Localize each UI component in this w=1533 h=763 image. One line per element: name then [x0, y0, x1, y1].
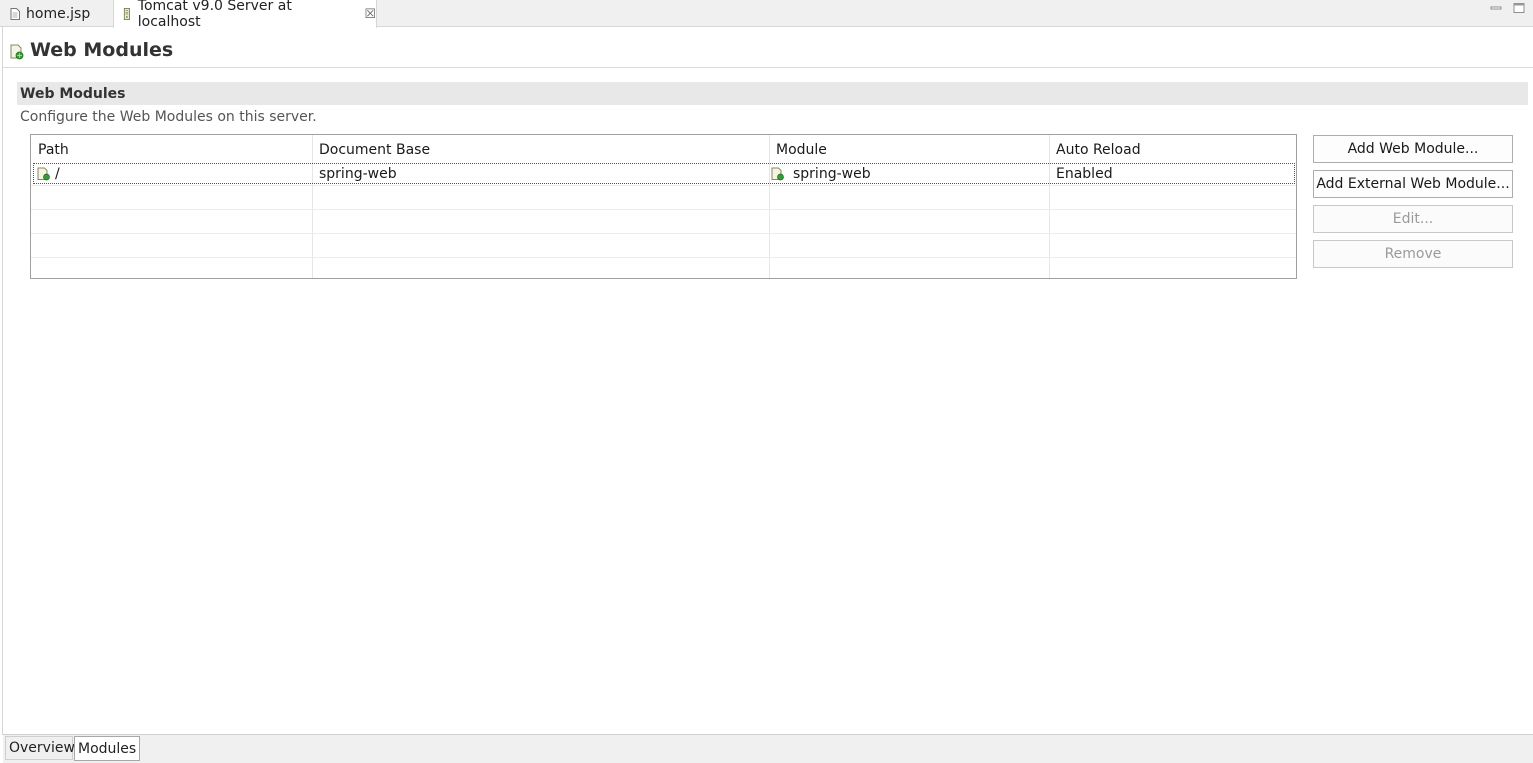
- add-web-module-button[interactable]: Add Web Module...: [1313, 135, 1513, 163]
- tab-overview[interactable]: Overview: [5, 736, 75, 760]
- row-divider: [31, 185, 1296, 186]
- web-module-icon: [771, 167, 784, 181]
- cell-auto-reload[interactable]: Enabled: [1056, 164, 1113, 184]
- row-divider: [31, 209, 1296, 210]
- column-header-auto-reload[interactable]: Auto Reload: [1056, 140, 1141, 160]
- column-header-document-base[interactable]: Document Base: [319, 140, 430, 160]
- section-header[interactable]: Web Modules: [17, 82, 1528, 105]
- page-title: Web Modules: [10, 37, 173, 63]
- cell-path[interactable]: /: [37, 164, 60, 184]
- section-title: Web Modules: [20, 85, 126, 102]
- row-divider: [31, 257, 1296, 258]
- editor-tab-bar: home.jsp Tomcat v9.0 Server at localhost…: [0, 0, 1533, 30]
- header-divider: [3, 67, 1533, 68]
- web-modules-table[interactable]: Path Document Base Module Auto Reload / …: [30, 134, 1297, 279]
- page-tab-bar: [3, 735, 1533, 763]
- tab-home-jsp-label: home.jsp: [26, 5, 91, 22]
- minimize-icon[interactable]: [1490, 3, 1502, 13]
- page-title-label: Web Modules: [30, 39, 174, 61]
- tab-tomcat-server[interactable]: Tomcat v9.0 Server at localhost ☒: [113, 0, 377, 30]
- remove-button[interactable]: Remove: [1313, 240, 1513, 268]
- cell-document-base[interactable]: spring-web: [319, 164, 397, 184]
- tab-tomcat-server-label: Tomcat v9.0 Server at localhost: [137, 0, 292, 30]
- maximize-icon[interactable]: [1513, 3, 1525, 13]
- close-icon[interactable]: ☒: [364, 7, 376, 22]
- cell-path-text: /: [55, 166, 60, 182]
- cell-module-text: spring-web: [793, 166, 871, 182]
- add-external-web-module-button[interactable]: Add External Web Module...: [1313, 170, 1513, 198]
- web-module-icon: [37, 167, 50, 181]
- tab-home-jsp[interactable]: home.jsp: [4, 0, 110, 27]
- row-divider: [31, 233, 1296, 234]
- tab-modules[interactable]: Modules: [74, 736, 140, 761]
- web-module-icon: [10, 44, 24, 60]
- server-icon: [123, 8, 130, 20]
- file-icon: [10, 7, 20, 20]
- column-header-path[interactable]: Path: [38, 140, 69, 160]
- section-description: Configure the Web Modules on this server…: [20, 109, 317, 125]
- cell-module[interactable]: spring-web: [771, 164, 871, 184]
- edit-button[interactable]: Edit...: [1313, 205, 1513, 233]
- column-header-module[interactable]: Module: [776, 140, 827, 160]
